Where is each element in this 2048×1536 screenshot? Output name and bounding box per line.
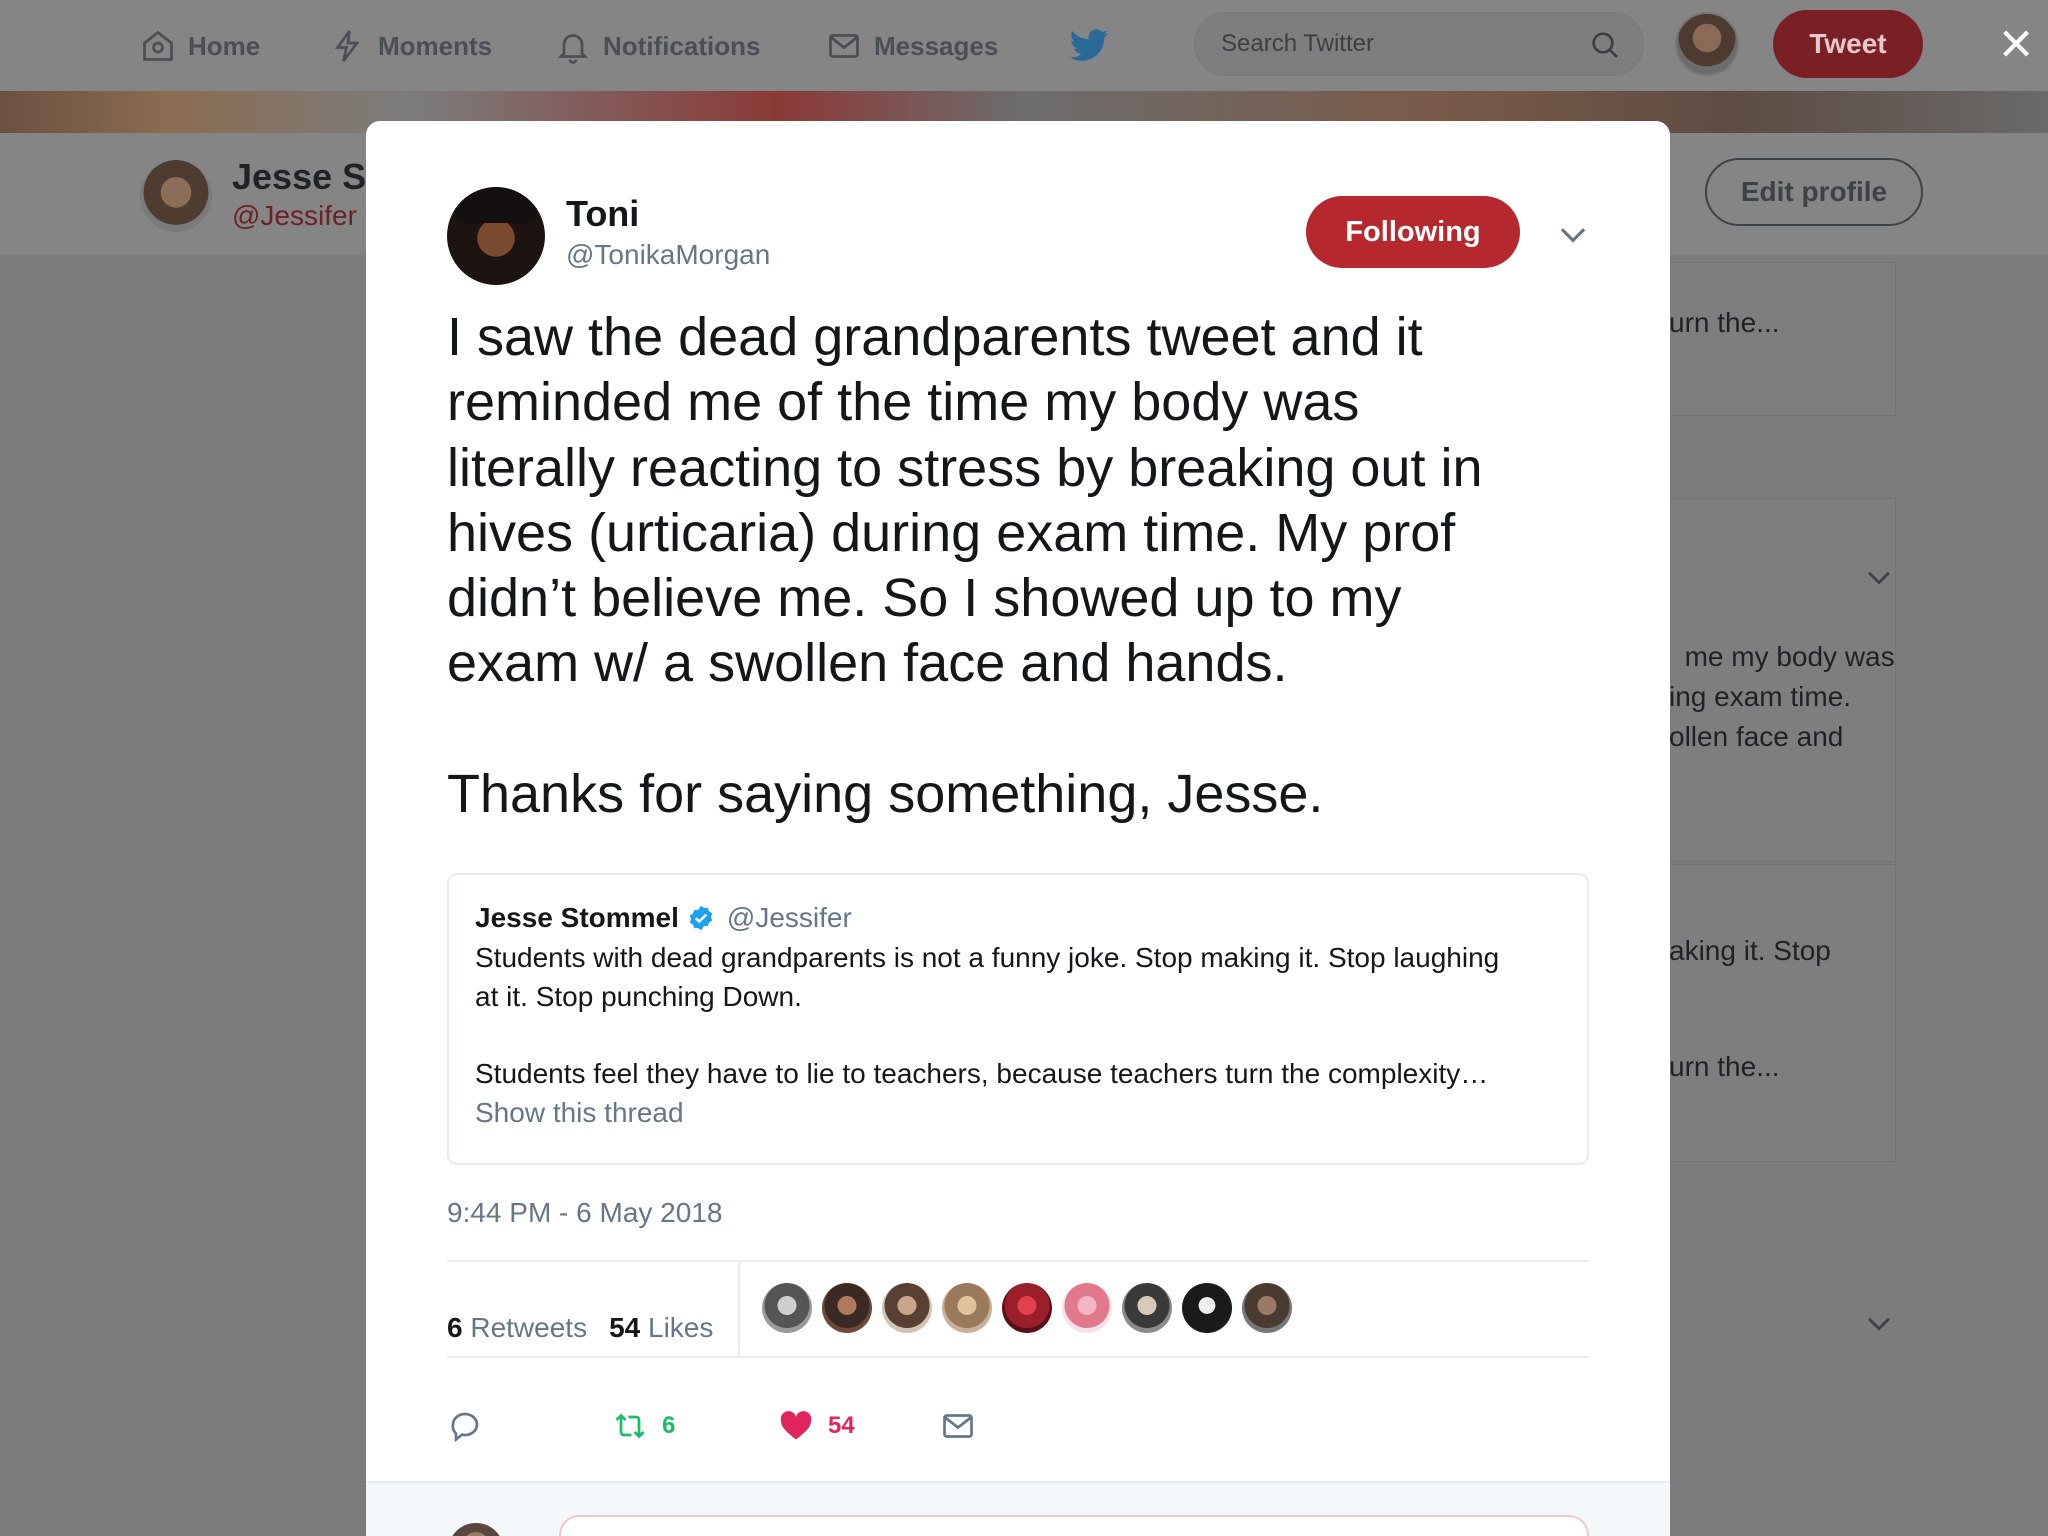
envelope-icon [943,1414,973,1438]
quoted-author-handle: @Jessifer [726,902,852,933]
quoted-tweet-text: Students with dead grandparents is not a… [475,942,1500,1089]
liker-avatar[interactable] [882,1283,932,1333]
retweets-stat[interactable]: 6 Retweets [447,1312,587,1344]
profile-handle: @Jessifer [232,200,357,231]
compose-tweet-button[interactable]: Tweet [1773,10,1923,78]
likers-avatar-list [762,1283,1292,1333]
nav-messages[interactable]: Messages [826,22,998,70]
liker-avatar[interactable] [1062,1283,1112,1333]
tweet-text: I saw the dead grandparents tweet and it… [447,307,1483,825]
reply-button[interactable] [447,1401,483,1451]
profile-avatar[interactable] [140,160,212,232]
nav-home[interactable]: Home [140,22,260,70]
likes-label: Likes [648,1312,714,1343]
author-handle[interactable]: @TonikaMorgan [566,239,770,271]
nav-home-label: Home [188,30,261,61]
show-thread-link[interactable]: Show this thread [475,1097,1561,1129]
moments-icon [334,30,360,62]
top-navigation-bar: Home Moments Notifications Messages Sear… [0,0,2048,91]
twitter-bird-icon[interactable] [1068,24,1110,66]
quoted-tweet-header: Jesse Stommel @Jessifer [475,899,1561,937]
divider [447,1356,1589,1358]
account-avatar[interactable] [1675,12,1739,76]
stats-separator [738,1261,740,1357]
chevron-down-icon[interactable] [1862,560,1896,594]
search-placeholder: Search Twitter [1221,30,1374,57]
retweet-count: 6 [662,1412,676,1439]
liker-avatar[interactable] [762,1283,812,1333]
background-tweet-card: urn the... [1660,262,1896,416]
quoted-tweet[interactable]: Jesse Stommel @Jessifer Students with de… [447,873,1589,1165]
liker-avatar[interactable] [1242,1283,1292,1333]
nav-moments[interactable]: Moments [330,22,492,70]
search-icon[interactable] [1589,29,1621,61]
background-tweet-card: aking it. Stop urn the... [1660,864,1896,1162]
like-count: 54 [828,1412,855,1439]
retweets-count: 6 [447,1312,463,1343]
heart-icon [780,1411,812,1440]
liker-avatar[interactable] [822,1283,872,1333]
profile-name: Jesse S [232,156,367,197]
likes-count: 54 [609,1312,641,1343]
liker-avatar[interactable] [1122,1283,1172,1333]
likes-stat[interactable]: 54 Likes [609,1312,713,1344]
tweet-stats: 6 Retweets 54 Likes [447,1293,713,1363]
home-icon [143,30,173,61]
liker-avatar[interactable] [942,1283,992,1333]
reply-icon [451,1412,479,1443]
edit-profile-button[interactable]: Edit profile [1705,158,1923,226]
background-snippet: urn the... [1669,1051,1780,1082]
retweet-icon [615,1413,645,1439]
liker-avatar[interactable] [1002,1283,1052,1333]
search-input[interactable]: Search Twitter [1194,12,1644,76]
direct-message-button[interactable] [940,1401,976,1451]
background-snippet: me my body was ing exam time. ollen face… [1669,641,1895,752]
quoted-author-name: Jesse Stommel [475,902,679,933]
retweet-button[interactable]: 6 [612,1401,675,1451]
nav-moments-label: Moments [378,30,493,61]
verified-icon [689,905,712,931]
close-icon[interactable]: × [1990,15,2042,73]
background-snippet: aking it. Stop [1669,935,1831,966]
messages-icon [829,34,859,58]
following-button[interactable]: Following [1306,196,1520,268]
like-button[interactable]: 54 [778,1401,855,1451]
nav-notifications[interactable]: Notifications [555,22,760,70]
reply-input[interactable] [559,1515,1589,1536]
background-tweet-card: me my body was ing exam time. ollen face… [1660,498,1896,862]
chevron-down-icon[interactable] [1554,215,1592,253]
tweet-permalink-modal: Toni @TonikaMorgan Following I saw the d… [366,121,1670,1536]
liker-avatar[interactable] [1182,1283,1232,1333]
nav-notifications-label: Notifications [603,30,761,61]
author-name[interactable]: Toni [566,193,639,235]
notifications-icon [557,34,589,64]
retweets-label: Retweets [470,1312,588,1343]
chevron-down-icon[interactable] [1862,1306,1896,1340]
author-avatar[interactable] [447,187,545,285]
tweet-timestamp[interactable]: 9:44 PM - 6 May 2018 [447,1197,722,1229]
background-snippet: urn the... [1669,307,1780,338]
nav-messages-label: Messages [874,30,999,61]
divider [447,1260,1589,1262]
